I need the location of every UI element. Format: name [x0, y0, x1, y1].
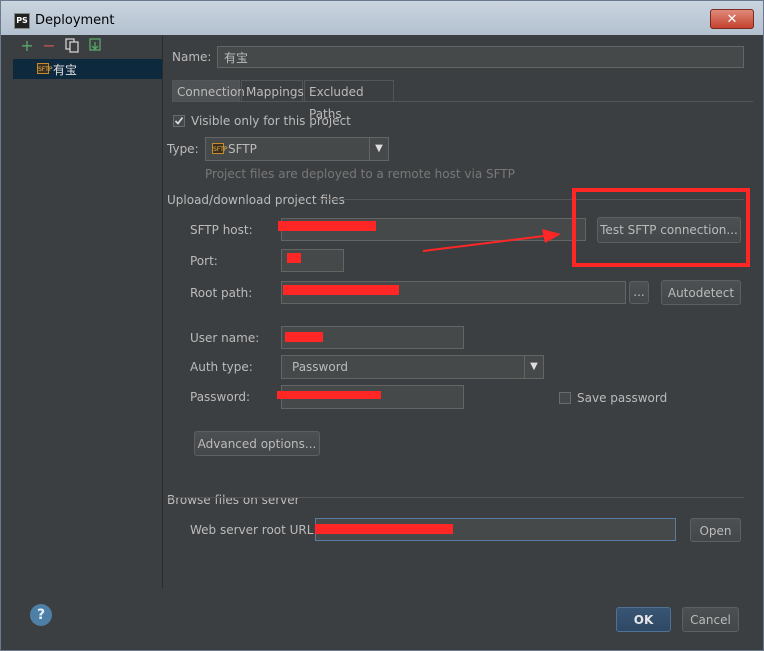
annotation-overlay: [422, 188, 750, 267]
pointer-arrowhead: [542, 229, 561, 243]
deployment-dialog: PS Deployment ✕ + − SFTP 有宝 Name: 有宝 Con…: [0, 0, 764, 651]
highlight-box: [572, 188, 750, 267]
pointer-arrow: [422, 235, 545, 252]
